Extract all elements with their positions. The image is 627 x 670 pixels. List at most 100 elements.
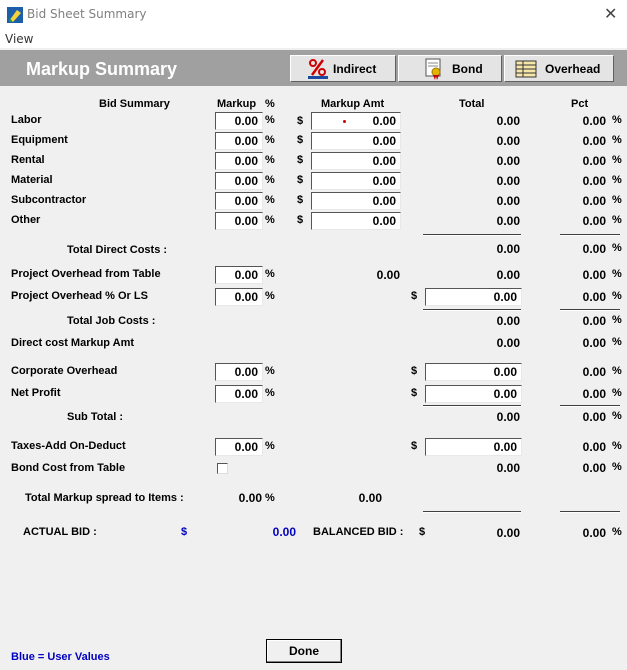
- pct-sign: %: [612, 194, 622, 206]
- dollar-sign: $: [297, 134, 304, 146]
- bond-cost-checkbox[interactable]: [217, 463, 228, 474]
- bond-label: Bond: [452, 62, 483, 76]
- subcontractor-pct: 0.00: [582, 194, 606, 208]
- proj-oh-pct-pct: 0.00: [582, 290, 606, 304]
- net-profit-label: Net Profit: [11, 387, 61, 399]
- pct-sign: %: [612, 268, 622, 280]
- proj-oh-pct-markup-input[interactable]: 0.00: [215, 288, 263, 306]
- equipment-amt-input[interactable]: 0.00: [311, 132, 401, 150]
- total-job-pct: 0.00: [582, 314, 606, 328]
- pct-sign: %: [612, 336, 622, 348]
- overhead-button[interactable]: Overhead: [504, 55, 614, 82]
- row-label: Equipment: [11, 134, 68, 146]
- done-button[interactable]: Done: [266, 639, 342, 663]
- labor-markup-input[interactable]: 0.00: [215, 112, 263, 130]
- menu-bar: View: [0, 30, 627, 48]
- proj-oh-pct-label: Project Overhead % Or LS: [11, 290, 148, 302]
- dollar-sign: $: [419, 526, 426, 538]
- pct-sign: %: [265, 194, 275, 206]
- total-job-label: Total Job Costs :: [67, 315, 156, 327]
- total-markup-pct: 0.00: [238, 491, 262, 505]
- rental-markup-input[interactable]: 0.00: [215, 152, 263, 170]
- rental-amt-input[interactable]: 0.00: [311, 152, 401, 170]
- close-icon[interactable]: ✕: [604, 4, 617, 23]
- dollar-sign: $: [411, 365, 418, 377]
- proj-oh-table-markup-input[interactable]: 0.00: [215, 266, 263, 284]
- pct-sign: %: [265, 268, 275, 280]
- total-divider: [423, 511, 521, 513]
- actual-bid-label: ACTUAL BID :: [23, 526, 97, 538]
- corp-oh-pct: 0.00: [582, 365, 606, 379]
- total-job-total: 0.00: [496, 314, 520, 328]
- net-profit-total-input[interactable]: 0.00: [425, 385, 522, 403]
- dollar-sign: $: [297, 194, 304, 206]
- pct-sign: %: [265, 492, 275, 504]
- app-icon: [7, 7, 23, 23]
- pct-sign: %: [265, 387, 275, 399]
- other-markup-input[interactable]: 0.00: [215, 212, 263, 230]
- pct-sign: %: [612, 214, 622, 226]
- labor-pct: 0.00: [582, 114, 606, 128]
- corp-oh-total-input[interactable]: 0.00: [425, 363, 522, 381]
- total-divider: [423, 405, 521, 407]
- total-direct-pct: 0.00: [582, 242, 606, 256]
- material-amt-input[interactable]: 0.00: [311, 172, 401, 190]
- pct-sign: %: [265, 214, 275, 226]
- bond-button[interactable]: Bond: [398, 55, 502, 82]
- pct-divider: [560, 511, 620, 513]
- other-amt-input[interactable]: 0.00: [311, 212, 401, 230]
- equipment-markup-input[interactable]: 0.00: [215, 132, 263, 150]
- actual-bid-value: 0.00: [272, 525, 296, 539]
- pct-sign: %: [265, 154, 275, 166]
- pct-sign: %: [612, 242, 622, 254]
- direct-markup-total: 0.00: [496, 336, 520, 350]
- corp-oh-markup-input[interactable]: 0.00: [215, 363, 263, 381]
- proj-oh-table-amt: 0.00: [376, 268, 400, 282]
- material-markup-input[interactable]: 0.00: [215, 172, 263, 190]
- balanced-bid-pct: 0.00: [582, 526, 606, 540]
- net-profit-pct: 0.00: [582, 387, 606, 401]
- equipment-pct: 0.00: [582, 134, 606, 148]
- bond-cost-total: 0.00: [496, 461, 520, 475]
- menu-view[interactable]: View: [5, 32, 33, 46]
- row-label: Other: [11, 214, 41, 226]
- pct-sign: %: [265, 290, 275, 302]
- pct-sign: %: [612, 134, 622, 146]
- bond-cost-pct: 0.00: [582, 461, 606, 475]
- pct-divider: [560, 405, 620, 407]
- pct-divider: [560, 309, 620, 311]
- other-pct: 0.00: [582, 214, 606, 228]
- subcontractor-markup-input[interactable]: 0.00: [215, 192, 263, 210]
- total-direct-label: Total Direct Costs :: [67, 244, 168, 256]
- total-direct-total: 0.00: [496, 242, 520, 256]
- taxes-total-input[interactable]: 0.00: [425, 438, 522, 456]
- indirect-button[interactable]: Indirect: [290, 55, 396, 82]
- subcontractor-amt-input[interactable]: 0.00: [311, 192, 401, 210]
- dollar-sign: $: [411, 440, 418, 452]
- col-bid-summary: Bid Summary: [99, 98, 170, 110]
- pct-sign: %: [612, 526, 622, 538]
- proj-oh-ls-input[interactable]: 0.00: [425, 288, 522, 306]
- pct-sign: %: [265, 134, 275, 146]
- other-total: 0.00: [496, 214, 520, 228]
- col-markup-pct: %: [265, 98, 275, 110]
- ledger-icon: [515, 60, 537, 81]
- net-profit-markup-input[interactable]: 0.00: [215, 385, 263, 403]
- pct-sign: %: [265, 365, 275, 377]
- taxes-markup-input[interactable]: 0.00: [215, 438, 263, 456]
- sub-total-pct: 0.00: [582, 410, 606, 424]
- row-label: Rental: [11, 154, 45, 166]
- pct-sign: %: [612, 314, 622, 326]
- indirect-label: Indirect: [333, 62, 377, 76]
- sub-total-total: 0.00: [496, 410, 520, 424]
- pct-sign: %: [612, 387, 622, 399]
- taxes-pct: 0.00: [582, 440, 606, 454]
- total-divider: [423, 234, 521, 236]
- dollar-sign: $: [297, 214, 304, 226]
- col-markup: Markup: [217, 98, 257, 110]
- labor-amt-input[interactable]: 0.00: [311, 112, 401, 130]
- corp-oh-label: Corporate Overhead: [11, 365, 118, 377]
- pct-sign: %: [265, 174, 275, 186]
- certificate-icon: [425, 58, 445, 83]
- pct-sign: %: [612, 461, 622, 473]
